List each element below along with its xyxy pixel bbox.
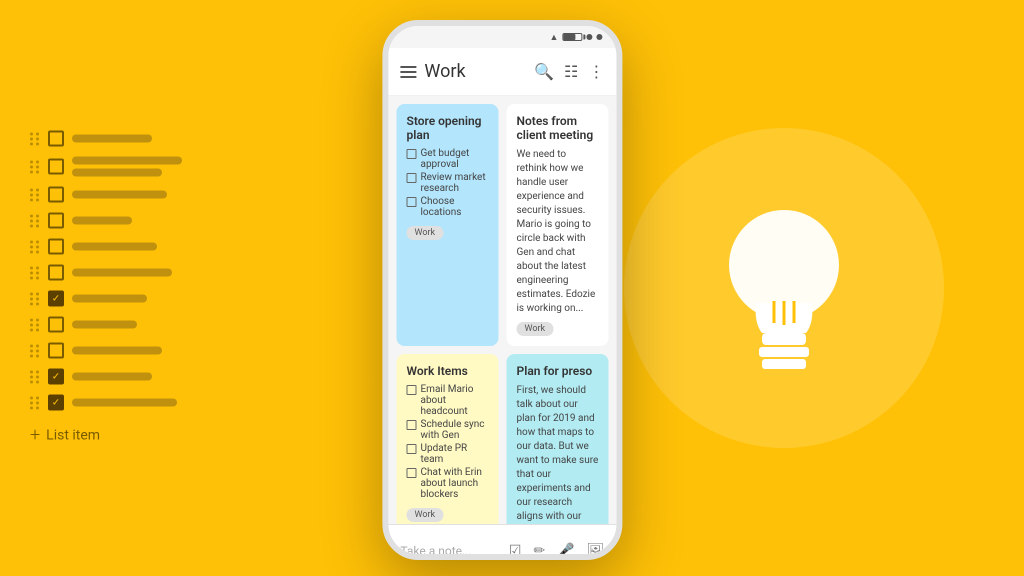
notes-area: Store opening plan Get budget approval R… xyxy=(388,96,616,524)
list-checkbox[interactable] xyxy=(48,187,64,203)
list-bar xyxy=(72,169,162,177)
note-title: Work Items xyxy=(406,364,488,378)
note-tag[interactable]: Work xyxy=(406,508,443,522)
note-checkbox[interactable] xyxy=(406,197,416,207)
drag-handle xyxy=(30,188,40,201)
note-checkbox[interactable] xyxy=(406,149,416,159)
list-checkbox[interactable] xyxy=(48,131,64,147)
search-icon[interactable]: 🔍 xyxy=(534,62,554,81)
battery-icon xyxy=(562,33,582,41)
add-item-label: List item xyxy=(46,427,100,443)
checklist-item: Email Mario about headcount xyxy=(406,384,488,417)
list-item xyxy=(30,291,182,307)
wifi-icon: ▲ xyxy=(549,32,558,43)
note-title: Plan for preso xyxy=(516,364,598,378)
list-bar xyxy=(72,321,137,329)
list-bar xyxy=(72,269,172,277)
list-bar xyxy=(72,191,167,199)
toolbar-icons: ☑ ✏ 🎤 🖼 xyxy=(509,543,605,559)
list-checkbox[interactable] xyxy=(48,159,64,175)
note-checkbox[interactable] xyxy=(406,420,416,430)
list-checkbox[interactable] xyxy=(48,265,64,281)
checklist-item: Schedule sync with Gen xyxy=(406,419,488,441)
list-item xyxy=(30,317,182,333)
list-bar xyxy=(72,347,162,355)
list-item xyxy=(30,239,182,255)
drag-handle xyxy=(30,132,40,145)
drag-handle xyxy=(30,344,40,357)
list-checkbox[interactable] xyxy=(48,317,64,333)
checkbox-icon[interactable]: ☑ xyxy=(509,543,522,559)
take-note-placeholder[interactable]: Take a note... xyxy=(400,544,508,558)
list-item xyxy=(30,395,182,411)
drag-handle xyxy=(30,160,40,173)
drag-handle xyxy=(30,370,40,383)
note-body: First, we should talk about our plan for… xyxy=(516,384,598,524)
list-checkbox[interactable] xyxy=(48,369,64,385)
list-checkbox[interactable] xyxy=(48,343,64,359)
note-card-store-opening[interactable]: Store opening plan Get budget approval R… xyxy=(396,104,498,346)
list-bar xyxy=(72,135,152,143)
note-checkbox[interactable] xyxy=(406,385,416,395)
note-checkbox[interactable] xyxy=(406,444,416,454)
list-bar xyxy=(72,295,147,303)
note-tag[interactable]: Work xyxy=(406,226,443,240)
list-bar xyxy=(72,243,157,251)
phone-mockup: ▲ Work 🔍 ☷ ⋮ Store opening plan Get budg… xyxy=(382,20,622,560)
note-title: Store opening plan xyxy=(406,114,488,142)
note-checkbox[interactable] xyxy=(406,468,416,478)
checklist-item: Review market research xyxy=(406,172,488,194)
layout-icon[interactable]: ☷ xyxy=(564,62,578,81)
drag-handle xyxy=(30,396,40,409)
pencil-icon[interactable]: ✏ xyxy=(533,543,545,559)
checklist-item: Chat with Erin about launch blockers xyxy=(406,467,488,500)
list-checkbox[interactable] xyxy=(48,213,64,229)
list-item xyxy=(30,213,182,229)
list-item xyxy=(30,157,182,177)
note-checkbox[interactable] xyxy=(406,173,416,183)
drag-handle xyxy=(30,318,40,331)
list-item xyxy=(30,265,182,281)
add-icon: + xyxy=(30,425,40,446)
hamburger-icon[interactable] xyxy=(400,66,416,78)
drag-handle xyxy=(30,266,40,279)
list-bar xyxy=(72,217,132,225)
list-checkbox[interactable] xyxy=(48,239,64,255)
mic-icon[interactable]: 🎤 xyxy=(557,543,574,559)
drag-handle xyxy=(30,292,40,305)
signal-dot xyxy=(596,34,602,40)
header-icons: 🔍 ☷ ⋮ xyxy=(534,62,604,81)
status-bar: ▲ xyxy=(388,26,616,48)
drag-handle xyxy=(30,240,40,253)
lightbulb-icon xyxy=(704,193,864,383)
list-item xyxy=(30,187,182,203)
checklist-panel: + List item xyxy=(30,131,182,446)
list-item xyxy=(30,131,182,147)
image-icon[interactable]: 🖼 xyxy=(587,543,605,559)
note-card-plan-preso[interactable]: Plan for preso First, we should talk abo… xyxy=(506,354,608,524)
list-bar xyxy=(72,399,177,407)
app-title: Work xyxy=(424,61,526,82)
bottom-toolbar: Take a note... ☑ ✏ 🎤 🖼 xyxy=(388,524,616,560)
note-tag[interactable]: Work xyxy=(516,322,553,336)
more-options-icon[interactable]: ⋮ xyxy=(588,62,604,81)
checklist-item: Get budget approval xyxy=(406,148,488,170)
note-card-work-items[interactable]: Work Items Email Mario about headcount S… xyxy=(396,354,498,524)
note-card-client-meeting[interactable]: Notes from client meeting We need to ret… xyxy=(506,104,608,346)
list-bar xyxy=(72,157,182,165)
note-body: We need to rethink how we handle user ex… xyxy=(516,148,598,316)
list-checkbox[interactable] xyxy=(48,395,64,411)
app-header: Work 🔍 ☷ ⋮ xyxy=(388,48,616,96)
list-bar xyxy=(72,373,152,381)
checklist-item: Choose locations xyxy=(406,196,488,218)
add-item-row[interactable]: + List item xyxy=(30,425,182,446)
signal-dot xyxy=(586,34,592,40)
drag-handle xyxy=(30,214,40,227)
checklist-item: Update PR team xyxy=(406,443,488,465)
list-item xyxy=(30,369,182,385)
list-checkbox[interactable] xyxy=(48,291,64,307)
list-item xyxy=(30,343,182,359)
note-title: Notes from client meeting xyxy=(516,114,598,142)
lightbulb-bg-circle xyxy=(624,128,944,448)
